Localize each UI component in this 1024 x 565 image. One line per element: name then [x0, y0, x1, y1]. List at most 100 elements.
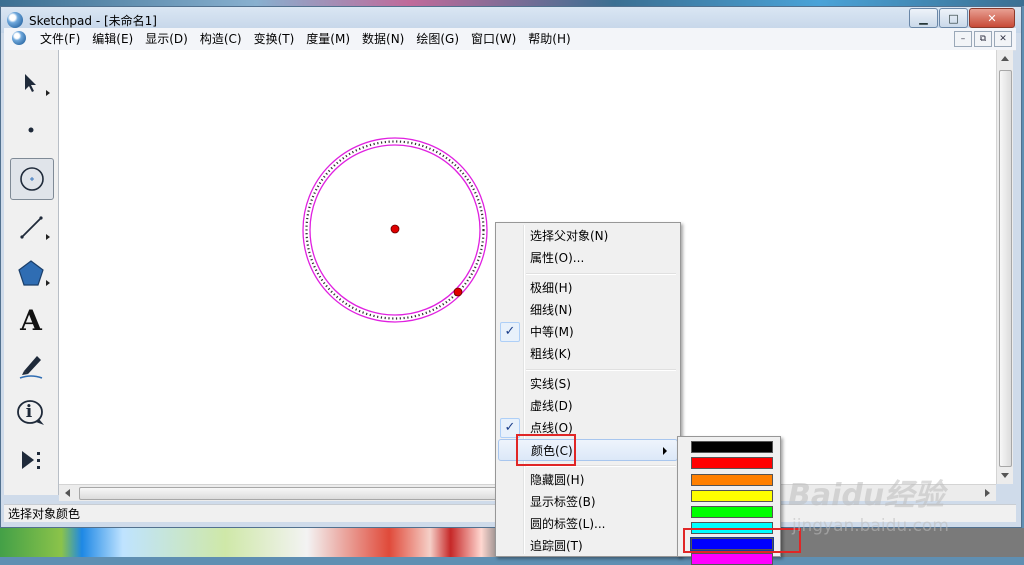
- vertical-scrollbar[interactable]: [996, 50, 1013, 484]
- color-submenu: [677, 436, 781, 565]
- menu-item-label: 追踪圆(T): [530, 539, 583, 553]
- horizontal-scroll-thumb[interactable]: [79, 487, 511, 500]
- menu-item-select-parent[interactable]: 选择父对象(N): [498, 225, 678, 247]
- info-icon: i: [25, 402, 33, 422]
- menu-item-label: 虚线(D): [530, 399, 573, 413]
- submenu-indicator-icon: [46, 280, 50, 286]
- menu-separator: [526, 273, 676, 275]
- menu-graph[interactable]: 绘图(G): [410, 28, 465, 50]
- menu-display[interactable]: 显示(D): [139, 28, 194, 50]
- point-icon: [28, 127, 34, 133]
- menu-item-dashed[interactable]: 虚线(D): [498, 395, 678, 417]
- compass-tool[interactable]: [10, 158, 54, 200]
- center-point[interactable]: [390, 224, 400, 234]
- caption-buttons: ▁ □ ✕: [908, 8, 1015, 28]
- context-menu: 选择父对象(N) 属性(O)... 极细(H) 细线(N) ✓ 中等(M) 粗线…: [495, 222, 681, 557]
- watermark-url: jingyan.baidu.com: [792, 516, 949, 536]
- text-tool[interactable]: A: [8, 299, 54, 341]
- menu-item-medium[interactable]: ✓ 中等(M): [498, 321, 678, 343]
- arrow-select-tool[interactable]: [8, 62, 54, 104]
- menu-measure[interactable]: 度量(M): [300, 28, 356, 50]
- menu-item-color[interactable]: 颜色(C): [498, 439, 678, 461]
- straightedge-tool[interactable]: [8, 206, 54, 248]
- menu-item-label: 细线(N): [530, 303, 573, 317]
- doc-close-button[interactable]: ✕: [994, 31, 1012, 47]
- menu-item-thick[interactable]: 粗线(K): [498, 343, 678, 365]
- menu-item-label: 选择父对象(N): [530, 229, 609, 243]
- marker-pen-icon: [19, 356, 43, 379]
- menu-item-properties[interactable]: 属性(O)...: [498, 247, 678, 269]
- text-a-icon: A: [20, 303, 42, 337]
- close-button[interactable]: ✕: [969, 8, 1015, 28]
- color-swatch-cyan[interactable]: [691, 522, 773, 534]
- menu-construct[interactable]: 构造(C): [194, 28, 248, 50]
- menu-separator: [526, 369, 676, 371]
- menu-item-label: 隐藏圆(H): [530, 473, 585, 487]
- minimize-button[interactable]: ▁: [909, 8, 938, 28]
- menu-item-label: 极细(H): [530, 281, 573, 295]
- color-swatch-orange[interactable]: [691, 474, 773, 486]
- menu-item-label: 粗线(K): [530, 347, 572, 361]
- pentagon-icon: [18, 260, 44, 286]
- color-swatch-yellow[interactable]: [691, 490, 773, 502]
- menu-item-hide-circle[interactable]: 隐藏圆(H): [498, 469, 678, 491]
- segment-icon: [20, 216, 43, 239]
- menu-window[interactable]: 窗口(W): [465, 28, 522, 50]
- menu-item-circle-label[interactable]: 圆的标签(L)...: [498, 513, 678, 535]
- play-more-icon: [22, 451, 40, 469]
- doc-minimize-button[interactable]: –: [954, 31, 972, 47]
- document-icon[interactable]: [12, 31, 26, 45]
- menu-item-extra-thin[interactable]: 极细(H): [498, 277, 678, 299]
- scroll-right-icon[interactable]: [985, 489, 990, 497]
- menu-item-thin[interactable]: 细线(N): [498, 299, 678, 321]
- menu-item-label: 属性(O)...: [530, 251, 585, 265]
- menu-item-label: 点线(O): [530, 421, 573, 435]
- point-tool[interactable]: [8, 109, 54, 151]
- menu-item-trace-circle[interactable]: 追踪圆(T): [498, 535, 678, 557]
- watermark-brand: Baidu经验: [788, 478, 945, 513]
- menu-help[interactable]: 帮助(H): [522, 28, 576, 50]
- scroll-down-icon[interactable]: [1001, 473, 1009, 478]
- watermark: Baidu经验 jingyan.baidu.com: [788, 470, 949, 536]
- checkmark-icon: ✓: [500, 322, 520, 342]
- submenu-indicator-icon: [46, 234, 50, 240]
- menu-data[interactable]: 数据(N): [356, 28, 410, 50]
- color-swatch-blue[interactable]: [690, 537, 774, 551]
- menu-file[interactable]: 文件(F): [34, 28, 86, 50]
- doc-restore-button[interactable]: ⧉: [974, 31, 992, 47]
- menu-item-label: 实线(S): [530, 377, 571, 391]
- marker-tool[interactable]: [8, 345, 54, 387]
- menu-item-label: 颜色(C): [531, 444, 573, 458]
- menu-item-label: 中等(M): [530, 325, 574, 339]
- menu-items: 文件(F) 编辑(E) 显示(D) 构造(C) 变换(T) 度量(M) 数据(N…: [34, 28, 577, 50]
- menu-item-show-label[interactable]: 显示标签(B): [498, 491, 678, 513]
- document-window-buttons: – ⧉ ✕: [952, 31, 1012, 47]
- toolbox: A i: [4, 50, 59, 495]
- menu-item-label: 圆的标签(L)...: [530, 517, 606, 531]
- submenu-indicator-icon: [46, 90, 50, 96]
- scroll-left-icon[interactable]: [65, 489, 70, 497]
- menu-transform[interactable]: 变换(T): [248, 28, 301, 50]
- polygon-tool[interactable]: [8, 252, 54, 294]
- submenu-arrow-icon: [663, 447, 667, 455]
- menu-separator: [526, 465, 676, 467]
- sketchpad-app-icon[interactable]: [7, 12, 23, 28]
- radius-point[interactable]: [453, 287, 463, 297]
- menu-edit[interactable]: 编辑(E): [86, 28, 139, 50]
- color-swatch-red[interactable]: [691, 457, 773, 469]
- circle-icon: [20, 167, 44, 191]
- menu-item-dotted[interactable]: ✓ 点线(O): [498, 417, 678, 439]
- maximize-button[interactable]: □: [939, 8, 968, 28]
- menu-item-label: 显示标签(B): [530, 495, 596, 509]
- scroll-up-icon[interactable]: [1001, 56, 1009, 61]
- menu-bar: 文件(F) 编辑(E) 显示(D) 构造(C) 变换(T) 度量(M) 数据(N…: [4, 28, 1016, 51]
- menu-item-solid[interactable]: 实线(S): [498, 373, 678, 395]
- window-title: Sketchpad - [未命名1]: [29, 14, 157, 28]
- arrow-icon: [25, 74, 36, 92]
- vertical-scroll-thumb[interactable]: [999, 70, 1012, 467]
- custom-tool[interactable]: [8, 439, 54, 481]
- color-swatch-magenta[interactable]: [691, 553, 773, 565]
- information-tool[interactable]: i: [8, 392, 54, 434]
- color-swatch-green[interactable]: [691, 506, 773, 518]
- color-swatch-black[interactable]: [691, 441, 773, 453]
